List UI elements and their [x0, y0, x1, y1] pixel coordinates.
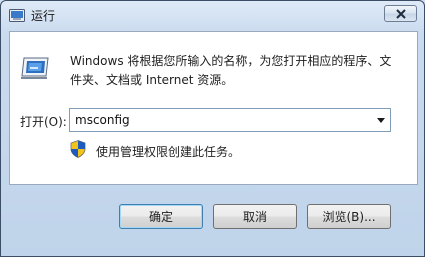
close-button[interactable] — [384, 5, 417, 22]
run-icon — [20, 54, 52, 82]
admin-privilege-note: 使用管理权限创建此任务。 — [96, 145, 241, 159]
window-title: 运行 — [31, 9, 56, 23]
chevron-down-icon — [377, 117, 385, 123]
browse-button[interactable]: 浏览(B)... — [307, 204, 391, 229]
uac-shield-icon — [70, 140, 86, 158]
cancel-button[interactable]: 取消 — [213, 204, 297, 229]
ok-button[interactable]: 确定 — [119, 204, 203, 229]
command-input[interactable]: msconfig — [75, 113, 130, 127]
run-app-icon — [9, 9, 25, 23]
title-bar[interactable]: 运行 — [1, 1, 424, 31]
close-icon — [395, 8, 406, 19]
run-dialog-window: 运行 Windows 将根据您所输入的名称，为您打开相应的程序、文件夹、文档或 … — [0, 0, 425, 257]
instruction-text: Windows 将根据您所输入的名称，为您打开相应的程序、文件夹、文档或 Int… — [70, 54, 392, 87]
dropdown-button[interactable] — [372, 109, 390, 131]
open-label: 打开(O): — [20, 115, 67, 129]
command-combobox[interactable]: msconfig — [69, 108, 391, 132]
